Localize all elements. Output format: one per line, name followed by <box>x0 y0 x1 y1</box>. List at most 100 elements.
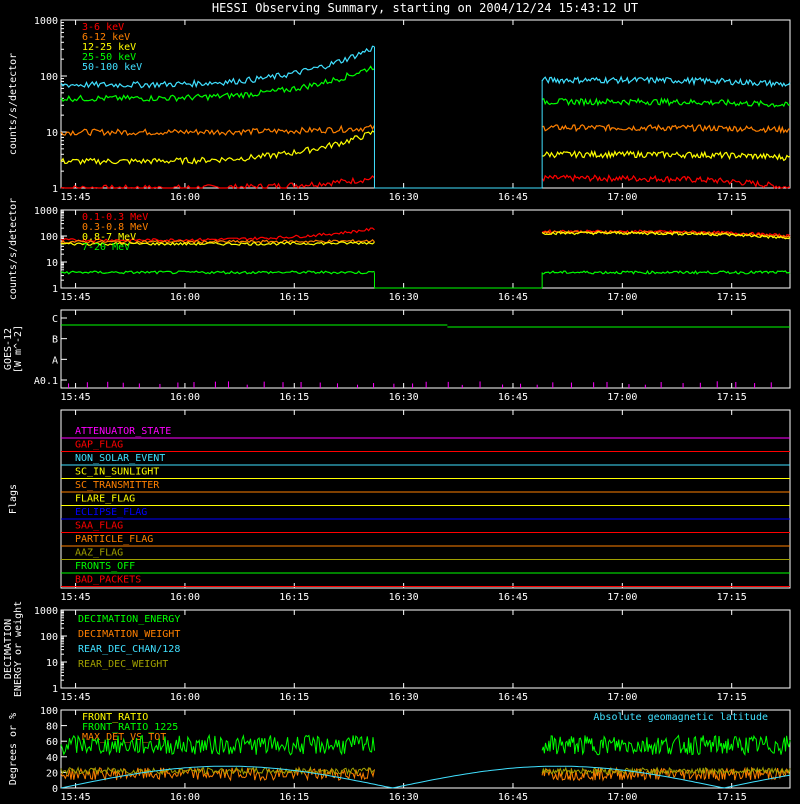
x-tick-label: 16:30 <box>389 692 419 703</box>
x-tick-label: 16:00 <box>170 292 200 303</box>
hessi-summary-chart: HESSI Observing Summary, starting on 200… <box>0 0 800 803</box>
x-tick-label: 16:15 <box>279 792 309 800</box>
x-tick-label: 17:00 <box>607 592 637 603</box>
x-tick-label: 17:15 <box>717 392 747 403</box>
x-tick-label: 16:00 <box>170 392 200 403</box>
x-tick-label: 15:45 <box>61 392 91 403</box>
y-tick-label: 80 <box>46 722 58 733</box>
y-axis-label: counts/s/detector <box>8 53 19 155</box>
x-tick-label: 16:45 <box>498 192 528 203</box>
x-tick-label: 16:15 <box>279 592 309 603</box>
x-tick-label: 16:30 <box>389 192 419 203</box>
y-tick-label: 40 <box>46 753 58 764</box>
plot-frame <box>60 19 791 189</box>
x-tick-label: 17:15 <box>717 592 747 603</box>
series-line <box>542 269 791 275</box>
x-tick-label: 17:00 <box>607 192 637 203</box>
x-tick-label: 16:15 <box>279 392 309 403</box>
y-tick-label: 10 <box>46 658 58 669</box>
y-tick-label: 1 <box>52 184 58 195</box>
series-line <box>541 75 791 89</box>
plot-frame <box>60 209 791 289</box>
y-tick-label: 100 <box>40 632 58 643</box>
flag-label: NON_SOLAR_EVENT <box>75 453 165 464</box>
x-tick-label: 16:45 <box>498 292 528 303</box>
x-tick-label: 17:15 <box>717 192 747 203</box>
flag-label: FLARE_FLAG <box>75 494 135 505</box>
y-tick-label: 10 <box>46 258 58 269</box>
y-axis-label: [W m^-2] <box>13 325 24 373</box>
x-tick-label: 16:00 <box>170 192 200 203</box>
series-line <box>60 130 375 166</box>
y-tick-label: C <box>52 314 58 325</box>
legend-entry: DECIMATION_WEIGHT <box>78 629 180 640</box>
flag-label: ECLIPSE_FLAG <box>75 507 147 518</box>
y-tick-label: 10 <box>46 128 58 139</box>
x-tick-label: 16:45 <box>498 392 528 403</box>
x-tick-label: 17:00 <box>607 692 637 703</box>
legend-entry: 7-20 MeV <box>82 242 130 253</box>
x-tick-label: 16:30 <box>389 592 419 603</box>
x-tick-label: 17:15 <box>717 292 747 303</box>
plot-frame <box>60 309 791 389</box>
series-line <box>60 175 375 190</box>
y-tick-label: 1000 <box>34 206 58 217</box>
flag-label: SC_IN_SUNLIGHT <box>75 467 159 478</box>
flag-label: AAZ_FLAG <box>75 548 123 559</box>
series-line <box>541 734 791 757</box>
series-line <box>60 270 375 275</box>
legend-entry: REAR_DEC_WEIGHT <box>78 659 168 670</box>
x-tick-label: 16:45 <box>498 792 528 800</box>
y-tick-label: 0 <box>52 784 58 795</box>
y-axis-label: Flags <box>8 484 19 514</box>
x-tick-label: 16:30 <box>389 392 419 403</box>
series-line <box>542 123 791 135</box>
x-tick-label: 15:45 <box>61 192 91 203</box>
chart-title: HESSI Observing Summary, starting on 200… <box>212 1 638 15</box>
series-line <box>541 173 791 190</box>
x-tick-label: 16:00 <box>170 592 200 603</box>
y-tick-label: 100 <box>40 706 58 717</box>
y-axis-label: counts/s/detector <box>8 198 19 300</box>
x-tick-label: 17:00 <box>607 392 637 403</box>
x-tick-label: 16:45 <box>498 592 528 603</box>
x-tick-label: 16:15 <box>279 692 309 703</box>
y-tick-label: 60 <box>46 737 58 748</box>
legend-entry: 50-100 keV <box>82 62 142 73</box>
series-line <box>541 766 790 782</box>
chart-svg: HESSI Observing Summary, starting on 200… <box>3 1 791 803</box>
y-tick-label: 1 <box>52 284 58 295</box>
flag-label: SC_TRANSMITTER <box>75 480 160 491</box>
x-tick-label: 16:15 <box>279 192 309 203</box>
flag-label: ATTENUATOR_STATE <box>75 426 171 437</box>
x-tick-label: 17:00 <box>607 292 637 303</box>
x-tick-label: 15:45 <box>61 692 91 703</box>
x-tick-label: 17:00 <box>607 792 637 800</box>
y-tick-label: A <box>52 355 58 366</box>
y-tick-label: 1000 <box>34 16 58 27</box>
y-tick-label: 100 <box>40 72 58 83</box>
x-tick-label: 16:15 <box>279 292 309 303</box>
legend-entry: DECIMATION_ENERGY <box>78 614 180 625</box>
legend-entry: REAR_DEC_CHAN/128 <box>78 644 180 655</box>
y-tick-label: 1 <box>52 684 58 695</box>
x-tick-label: 16:00 <box>170 792 200 800</box>
x-tick-label: 15:45 <box>61 792 91 800</box>
flag-label: FRONTS_OFF <box>75 561 135 572</box>
y-tick-label: 1000 <box>34 606 58 617</box>
x-tick-label: 16:30 <box>389 292 419 303</box>
y-tick-label: 20 <box>46 768 58 779</box>
flag-label: BAD_PACKETS <box>75 575 141 586</box>
y-axis-label: ENERGY or weight <box>13 601 24 697</box>
flag-label: SAA_FLAG <box>75 521 123 532</box>
y-axis-label: Degrees or % <box>8 713 19 785</box>
x-tick-label: 16:30 <box>389 792 419 800</box>
y-tick-label: A0.1 <box>34 376 58 387</box>
flag-label: GAP_FLAG <box>75 440 123 451</box>
x-tick-label: 16:45 <box>498 692 528 703</box>
annotation: Absolute geomagnetic latitude <box>593 712 768 723</box>
series-line <box>60 124 376 137</box>
x-tick-label: 17:15 <box>717 692 747 703</box>
series-line <box>542 149 791 162</box>
series-line <box>541 96 791 108</box>
